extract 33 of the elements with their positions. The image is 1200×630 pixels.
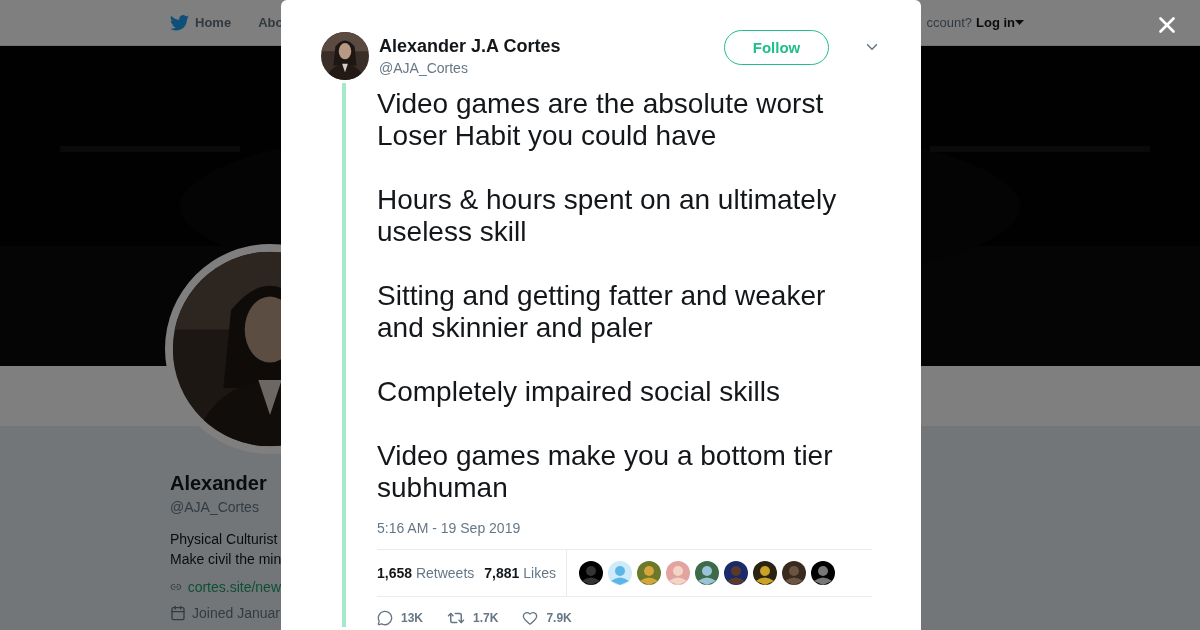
- profile-name: Alexander: [170, 472, 268, 495]
- action-count: 13K: [401, 611, 423, 625]
- profile-handle: @AJA_Cortes: [170, 499, 260, 515]
- tweet-text: Video games are the absolute worst Loser Habit you could have: [377, 88, 825, 152]
- login-link[interactable]: Log in: [976, 15, 1024, 30]
- heart-icon[interactable]: [522, 610, 539, 626]
- action-count: 7.9K: [546, 611, 572, 625]
- nav-link[interactable]: Home: [195, 15, 232, 30]
- action-count: 1.7K: [473, 611, 499, 625]
- reply-icon[interactable]: [377, 610, 393, 626]
- login-prompt: ccount?: [926, 15, 972, 30]
- author-name[interactable]: Alexander J.A Cortes: [379, 36, 714, 57]
- tweet-text: Video games make you a bottom tier subhuman: [377, 440, 834, 504]
- tweet-text: Completely impaired social skills: [377, 376, 782, 408]
- caret-icon: [1015, 20, 1024, 25]
- avatar[interactable]: [723, 561, 748, 585]
- stat-count[interactable]: 7,881 Likes: [484, 565, 556, 581]
- tweet-text: Sitting and getting fatter and weaker and skinnier and paler: [377, 280, 827, 344]
- timestamp: 5:16 AM - 19 Sep 2019: [377, 520, 522, 536]
- joined-date: Joined Januar: [192, 605, 280, 621]
- calendar-icon: [170, 605, 186, 621]
- avatar[interactable]: [694, 561, 719, 585]
- avatar[interactable]: [752, 561, 777, 585]
- tweet-text: Hours & hours spent on an ultimately useless skill: [377, 184, 838, 248]
- bio-line: Physical Culturist: [170, 530, 279, 549]
- bio-line: Make civil the min: [170, 550, 281, 569]
- avatar[interactable]: [321, 32, 369, 80]
- avatar[interactable]: [810, 561, 835, 585]
- avatar[interactable]: [578, 561, 603, 585]
- bird-icon: [170, 14, 189, 31]
- author-handle[interactable]: @AJA_Cortes: [379, 60, 714, 76]
- avatar[interactable]: [781, 561, 806, 585]
- stat-count[interactable]: 1,658 Retweets: [377, 565, 475, 581]
